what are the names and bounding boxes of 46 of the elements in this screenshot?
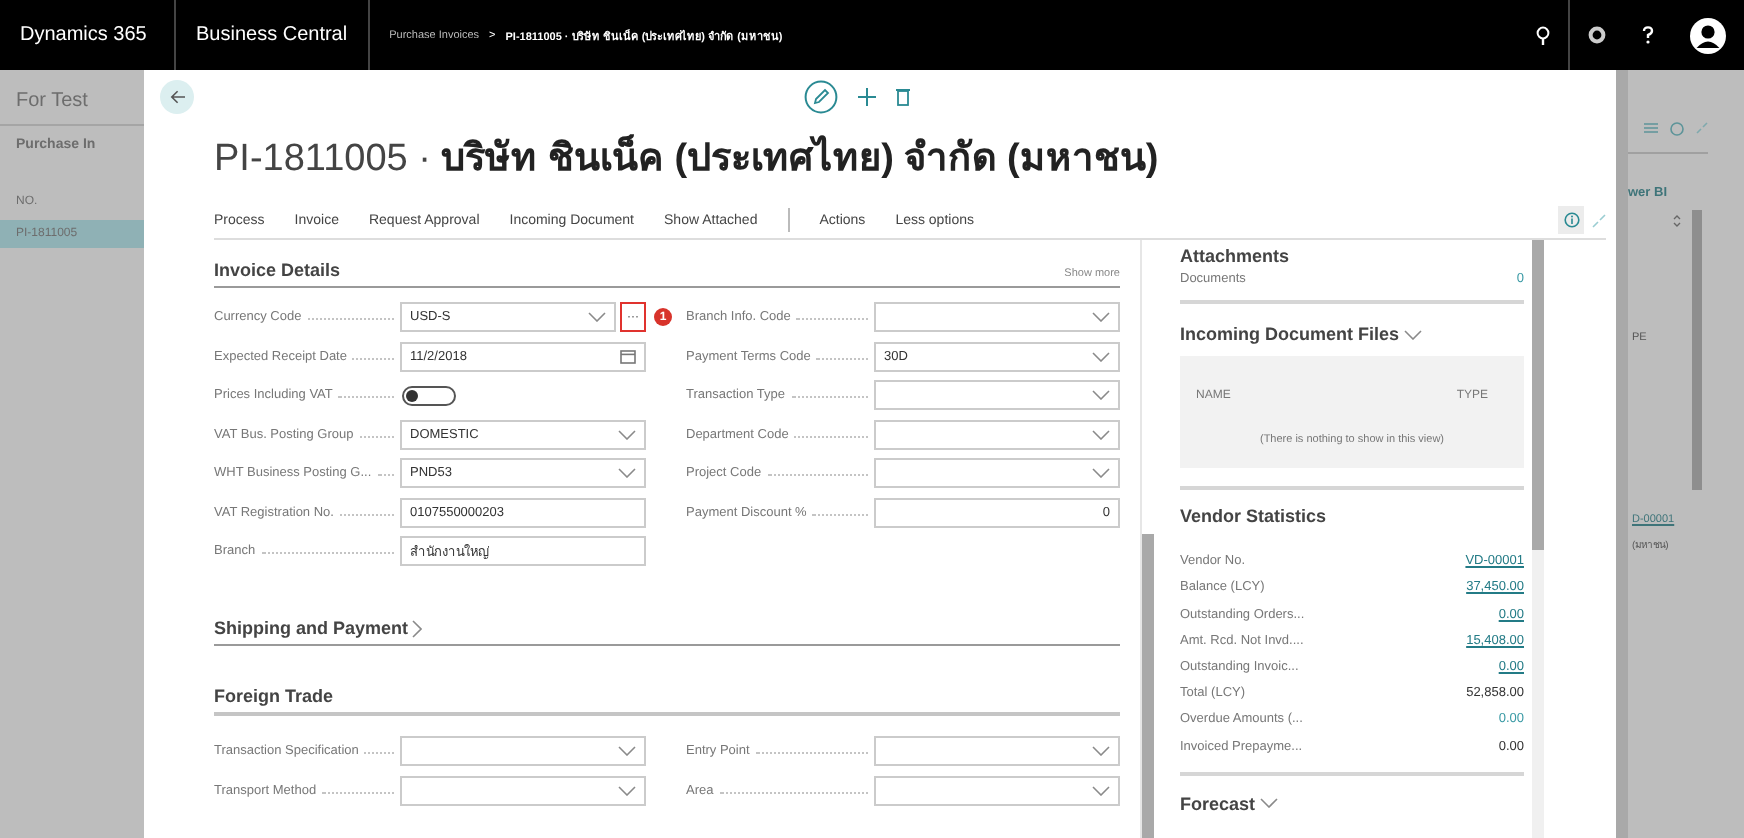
- factbox-title: Attachments: [1180, 246, 1292, 266]
- delete-button[interactable]: [896, 87, 910, 105]
- chevron-down-icon: [1092, 429, 1110, 439]
- chevron-down-icon: [588, 312, 606, 322]
- settings-icon[interactable]: [1588, 26, 1606, 44]
- help-icon[interactable]: [1642, 26, 1654, 44]
- factbox-title[interactable]: Forecast: [1180, 793, 1524, 814]
- list-icon: [1644, 122, 1658, 134]
- page-title: PI-1811005 · บริษัท ชินเน็ค (ประเทศไทย) จำกัด (มหาชน): [212, 132, 1161, 184]
- avatar-icon[interactable]: [1690, 17, 1726, 53]
- section-title: Foreign Trade: [214, 686, 334, 706]
- add-button[interactable]: [858, 87, 876, 105]
- collapse-icon[interactable]: [1592, 213, 1606, 227]
- arrow-left-icon: [169, 89, 185, 103]
- chevron-down-icon: [1092, 468, 1110, 478]
- edit-button[interactable]: [804, 79, 838, 113]
- back-button[interactable]: [160, 79, 194, 113]
- dropdown-field[interactable]: [874, 419, 1120, 449]
- chevron-down-icon: [1092, 351, 1110, 361]
- scrollbar[interactable]: [1140, 240, 1152, 838]
- chevron-down-icon: [618, 429, 636, 439]
- factbox-title: Vendor Statistics: [1180, 506, 1329, 527]
- chevron-down-icon: [618, 468, 636, 478]
- dropdown-field[interactable]: [874, 736, 1120, 766]
- factbox-title[interactable]: Incoming Document Files: [1180, 324, 1524, 345]
- dropdown-field[interactable]: [400, 736, 646, 766]
- spinner-icon: [1672, 214, 1682, 228]
- chevron-down-icon: [618, 785, 636, 795]
- section-title[interactable]: Shipping and Payment: [214, 618, 423, 638]
- dropdown-field[interactable]: [874, 775, 1120, 805]
- scrollbar[interactable]: [1532, 240, 1544, 838]
- dropdown-field[interactable]: [874, 458, 1120, 488]
- toggle-switch[interactable]: [402, 385, 456, 405]
- dropdown-field[interactable]: [400, 775, 646, 805]
- chevron-down-icon: [1092, 312, 1110, 322]
- lightbulb-icon[interactable]: [1536, 25, 1550, 45]
- chevron-down-icon: [1092, 390, 1110, 400]
- info-button[interactable]: [1558, 206, 1584, 234]
- chevron-down-icon: [1092, 746, 1110, 756]
- dropdown-field[interactable]: [874, 380, 1120, 410]
- chevron-down-icon: [618, 746, 636, 756]
- calendar-icon: [620, 349, 636, 363]
- dropdown-field[interactable]: [874, 302, 1120, 332]
- expand-icon: [1696, 122, 1708, 134]
- section-title: Invoice Details: [214, 260, 341, 280]
- chevron-down-icon: [1092, 785, 1110, 795]
